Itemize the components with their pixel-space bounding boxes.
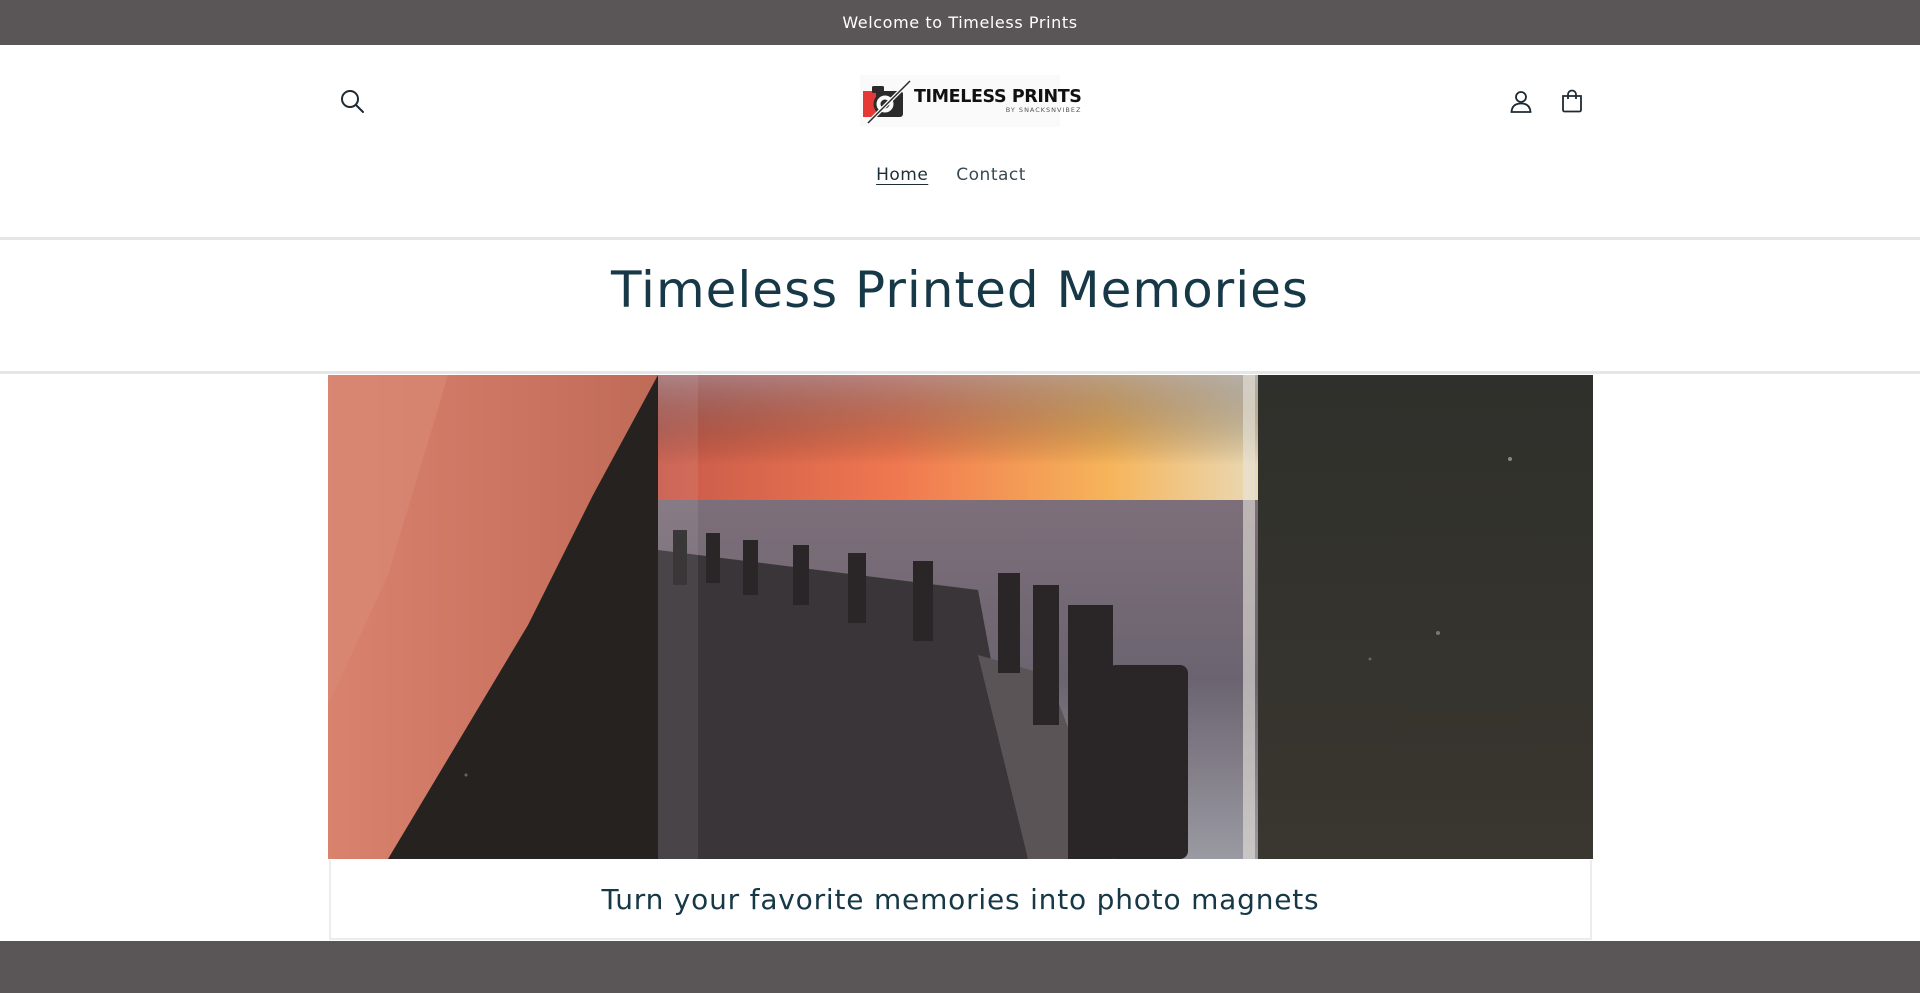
search-icon (341, 90, 364, 113)
section-divider (0, 371, 1920, 374)
video-player[interactable] (328, 375, 1593, 859)
site-logo[interactable]: TIMELESS PRINTS BY SNACKSNVIBEZ (860, 75, 1082, 127)
announcement-text: Welcome to Timeless Prints (842, 13, 1078, 32)
announcement-bar: Welcome to Timeless Prints (0, 0, 1920, 45)
video-caption: Turn your favorite memories into photo m… (601, 882, 1320, 916)
camera-logo-icon (863, 79, 912, 125)
main-nav: Home Contact (0, 160, 1920, 190)
site-footer (0, 941, 1920, 993)
logo-subtitle: BY SNACKSNVIBEZ (1005, 105, 1082, 114)
nav-item-home[interactable]: Home (876, 160, 928, 190)
nav-item-contact[interactable]: Contact (956, 160, 1026, 190)
cart-icon (1562, 89, 1582, 113)
search-button[interactable] (330, 79, 374, 123)
page-title: Timeless Printed Memories (611, 261, 1309, 319)
account-button[interactable] (1499, 79, 1543, 123)
user-icon (1510, 91, 1532, 113)
site-header: TIMELESS PRINTS BY SNACKSNVIBEZ Home Con… (0, 45, 1920, 238)
video-caption-box: Turn your favorite memories into photo m… (329, 860, 1592, 940)
video-frame (328, 375, 1593, 859)
cart-button[interactable] (1550, 79, 1594, 123)
logo-title: TIMELESS PRINTS (914, 86, 1082, 107)
